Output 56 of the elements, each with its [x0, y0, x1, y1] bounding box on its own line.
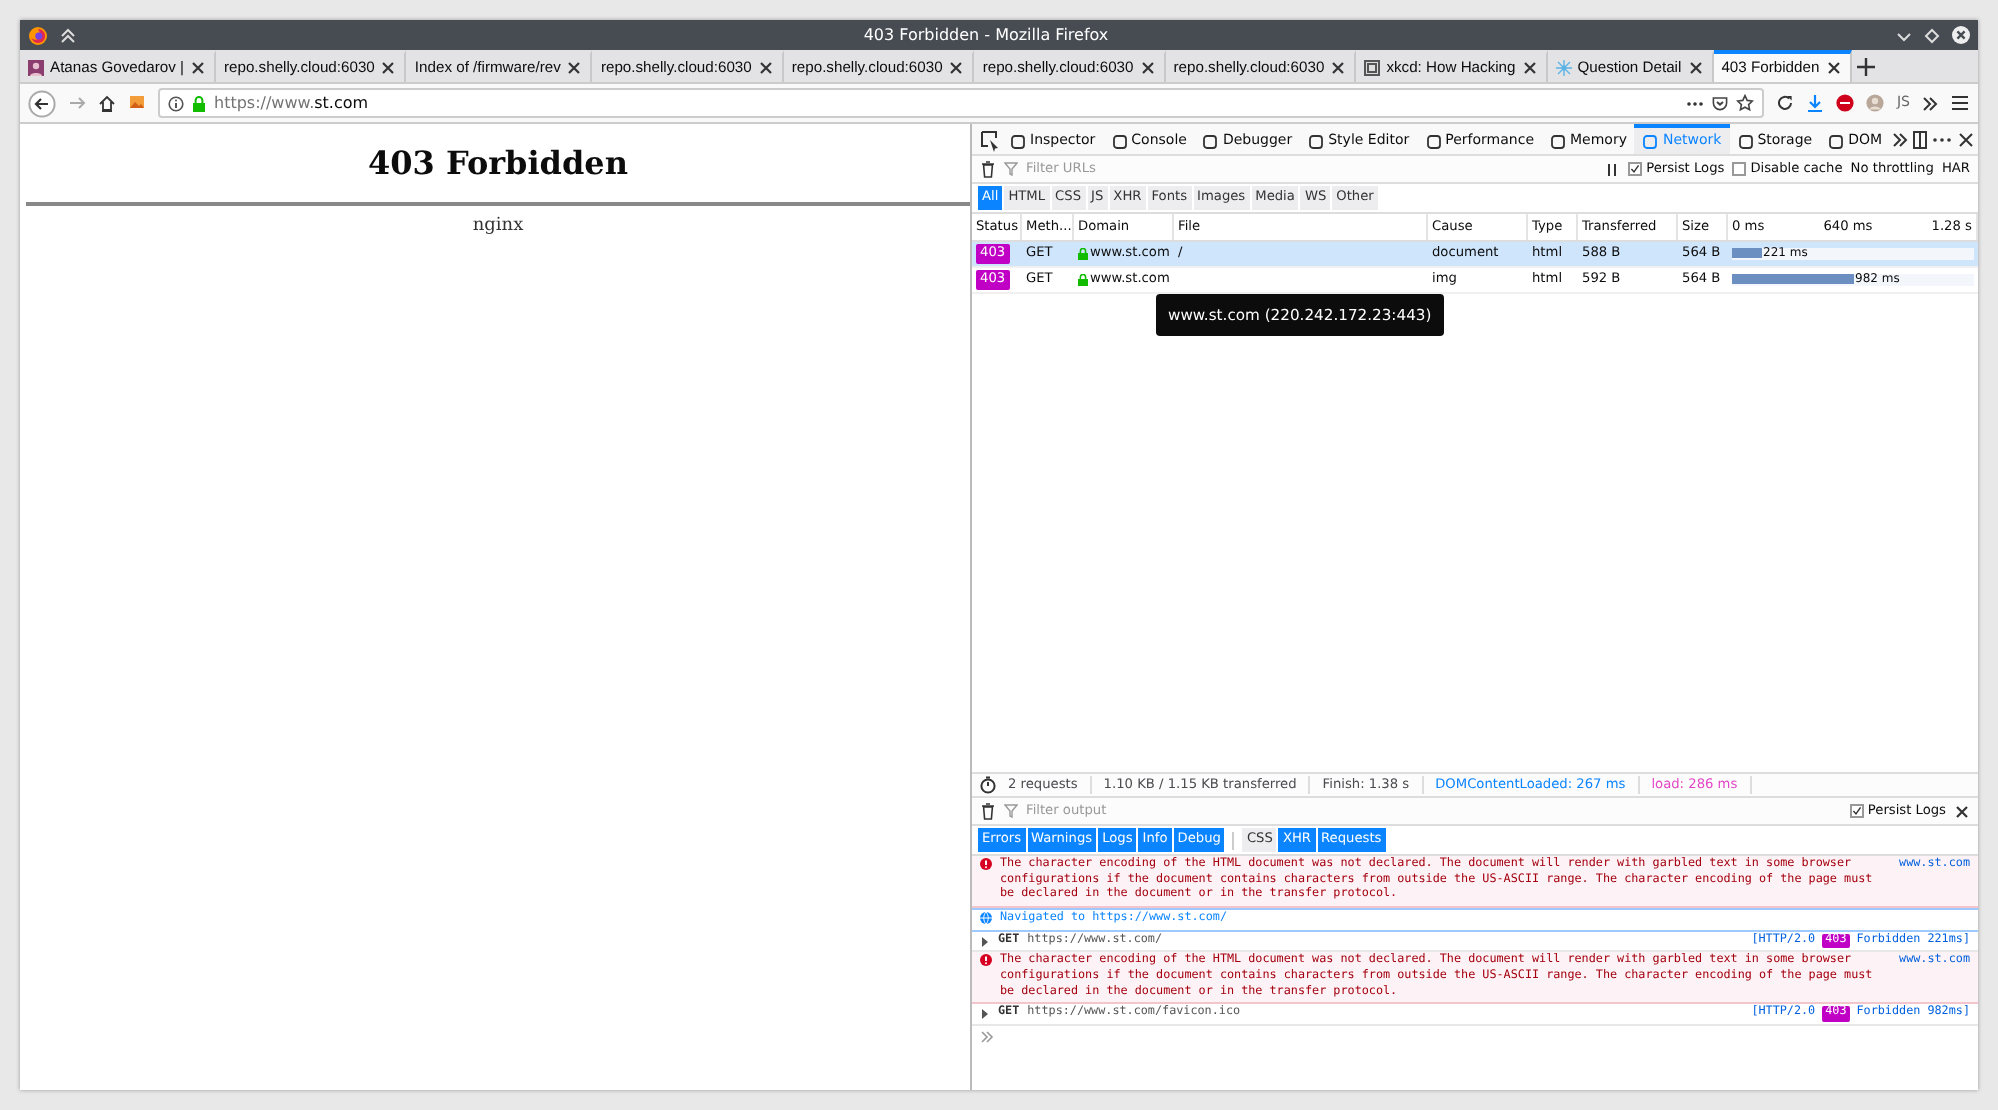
home-icon[interactable] [98, 94, 116, 112]
avatar-favicon-icon [28, 60, 44, 76]
tool-icon [1010, 133, 1026, 149]
close-icon[interactable] [189, 60, 206, 76]
clear-icon[interactable] [980, 160, 996, 178]
close-icon[interactable] [1954, 803, 1970, 819]
server-name: nginx [470, 214, 526, 241]
overflow-icon[interactable] [1922, 95, 1938, 111]
lock-icon [1078, 248, 1088, 260]
tool-icon [1550, 133, 1566, 149]
screenshot-icon[interactable] [128, 94, 146, 112]
tool-icon [1828, 133, 1845, 149]
tool-icon [1308, 133, 1325, 149]
close-icon[interactable] [1825, 60, 1842, 76]
tool-icon [1737, 133, 1754, 149]
reload-icon[interactable] [1776, 94, 1795, 112]
firefox-logo-icon [28, 25, 48, 45]
filter-icon [1004, 804, 1018, 818]
tool-icon [1111, 133, 1128, 149]
filter-icon [1004, 162, 1018, 176]
expand-icon[interactable] [980, 935, 990, 948]
error-icon [980, 954, 992, 967]
error-icon [980, 858, 992, 870]
close-icon[interactable] [757, 60, 774, 76]
page-heading: 403 Forbidden [365, 144, 630, 183]
comic-favicon-icon [1364, 60, 1381, 76]
close-icon[interactable] [1952, 26, 1970, 44]
stop-sign-icon[interactable] [1836, 94, 1855, 112]
globe-icon [980, 912, 992, 925]
close-icon[interactable] [1139, 60, 1156, 76]
expand-icon[interactable] [980, 1008, 990, 1021]
close-icon[interactable] [1687, 60, 1704, 76]
close-icon[interactable] [948, 60, 965, 76]
stopwatch-icon [980, 776, 996, 794]
checkbox[interactable] [1849, 803, 1864, 818]
tool-icon [1425, 133, 1442, 149]
clear-icon[interactable] [980, 802, 996, 820]
close-icon[interactable] [1330, 60, 1347, 76]
close-icon[interactable] [566, 60, 583, 76]
checkbox[interactable] [1732, 161, 1747, 176]
pause-icon[interactable] [1604, 161, 1621, 177]
network-favicon-icon [1555, 60, 1572, 76]
tool-icon [1642, 133, 1659, 149]
window-title: 403 Forbidden - Mozilla Firefox [861, 23, 1111, 47]
lock-icon [1078, 274, 1088, 286]
minimize-icon[interactable] [1896, 27, 1912, 43]
tool-icon [1202, 133, 1219, 149]
close-icon[interactable] [380, 60, 397, 76]
prompt-icon [980, 1029, 994, 1044]
menu-icon[interactable] [1950, 94, 1970, 112]
download-icon[interactable] [1806, 94, 1825, 112]
checkbox[interactable] [1628, 161, 1643, 176]
close-icon[interactable] [1521, 60, 1538, 76]
collapse-icon[interactable] [60, 27, 76, 43]
back-icon[interactable] [28, 89, 56, 117]
maximize-icon[interactable] [1924, 27, 1940, 43]
